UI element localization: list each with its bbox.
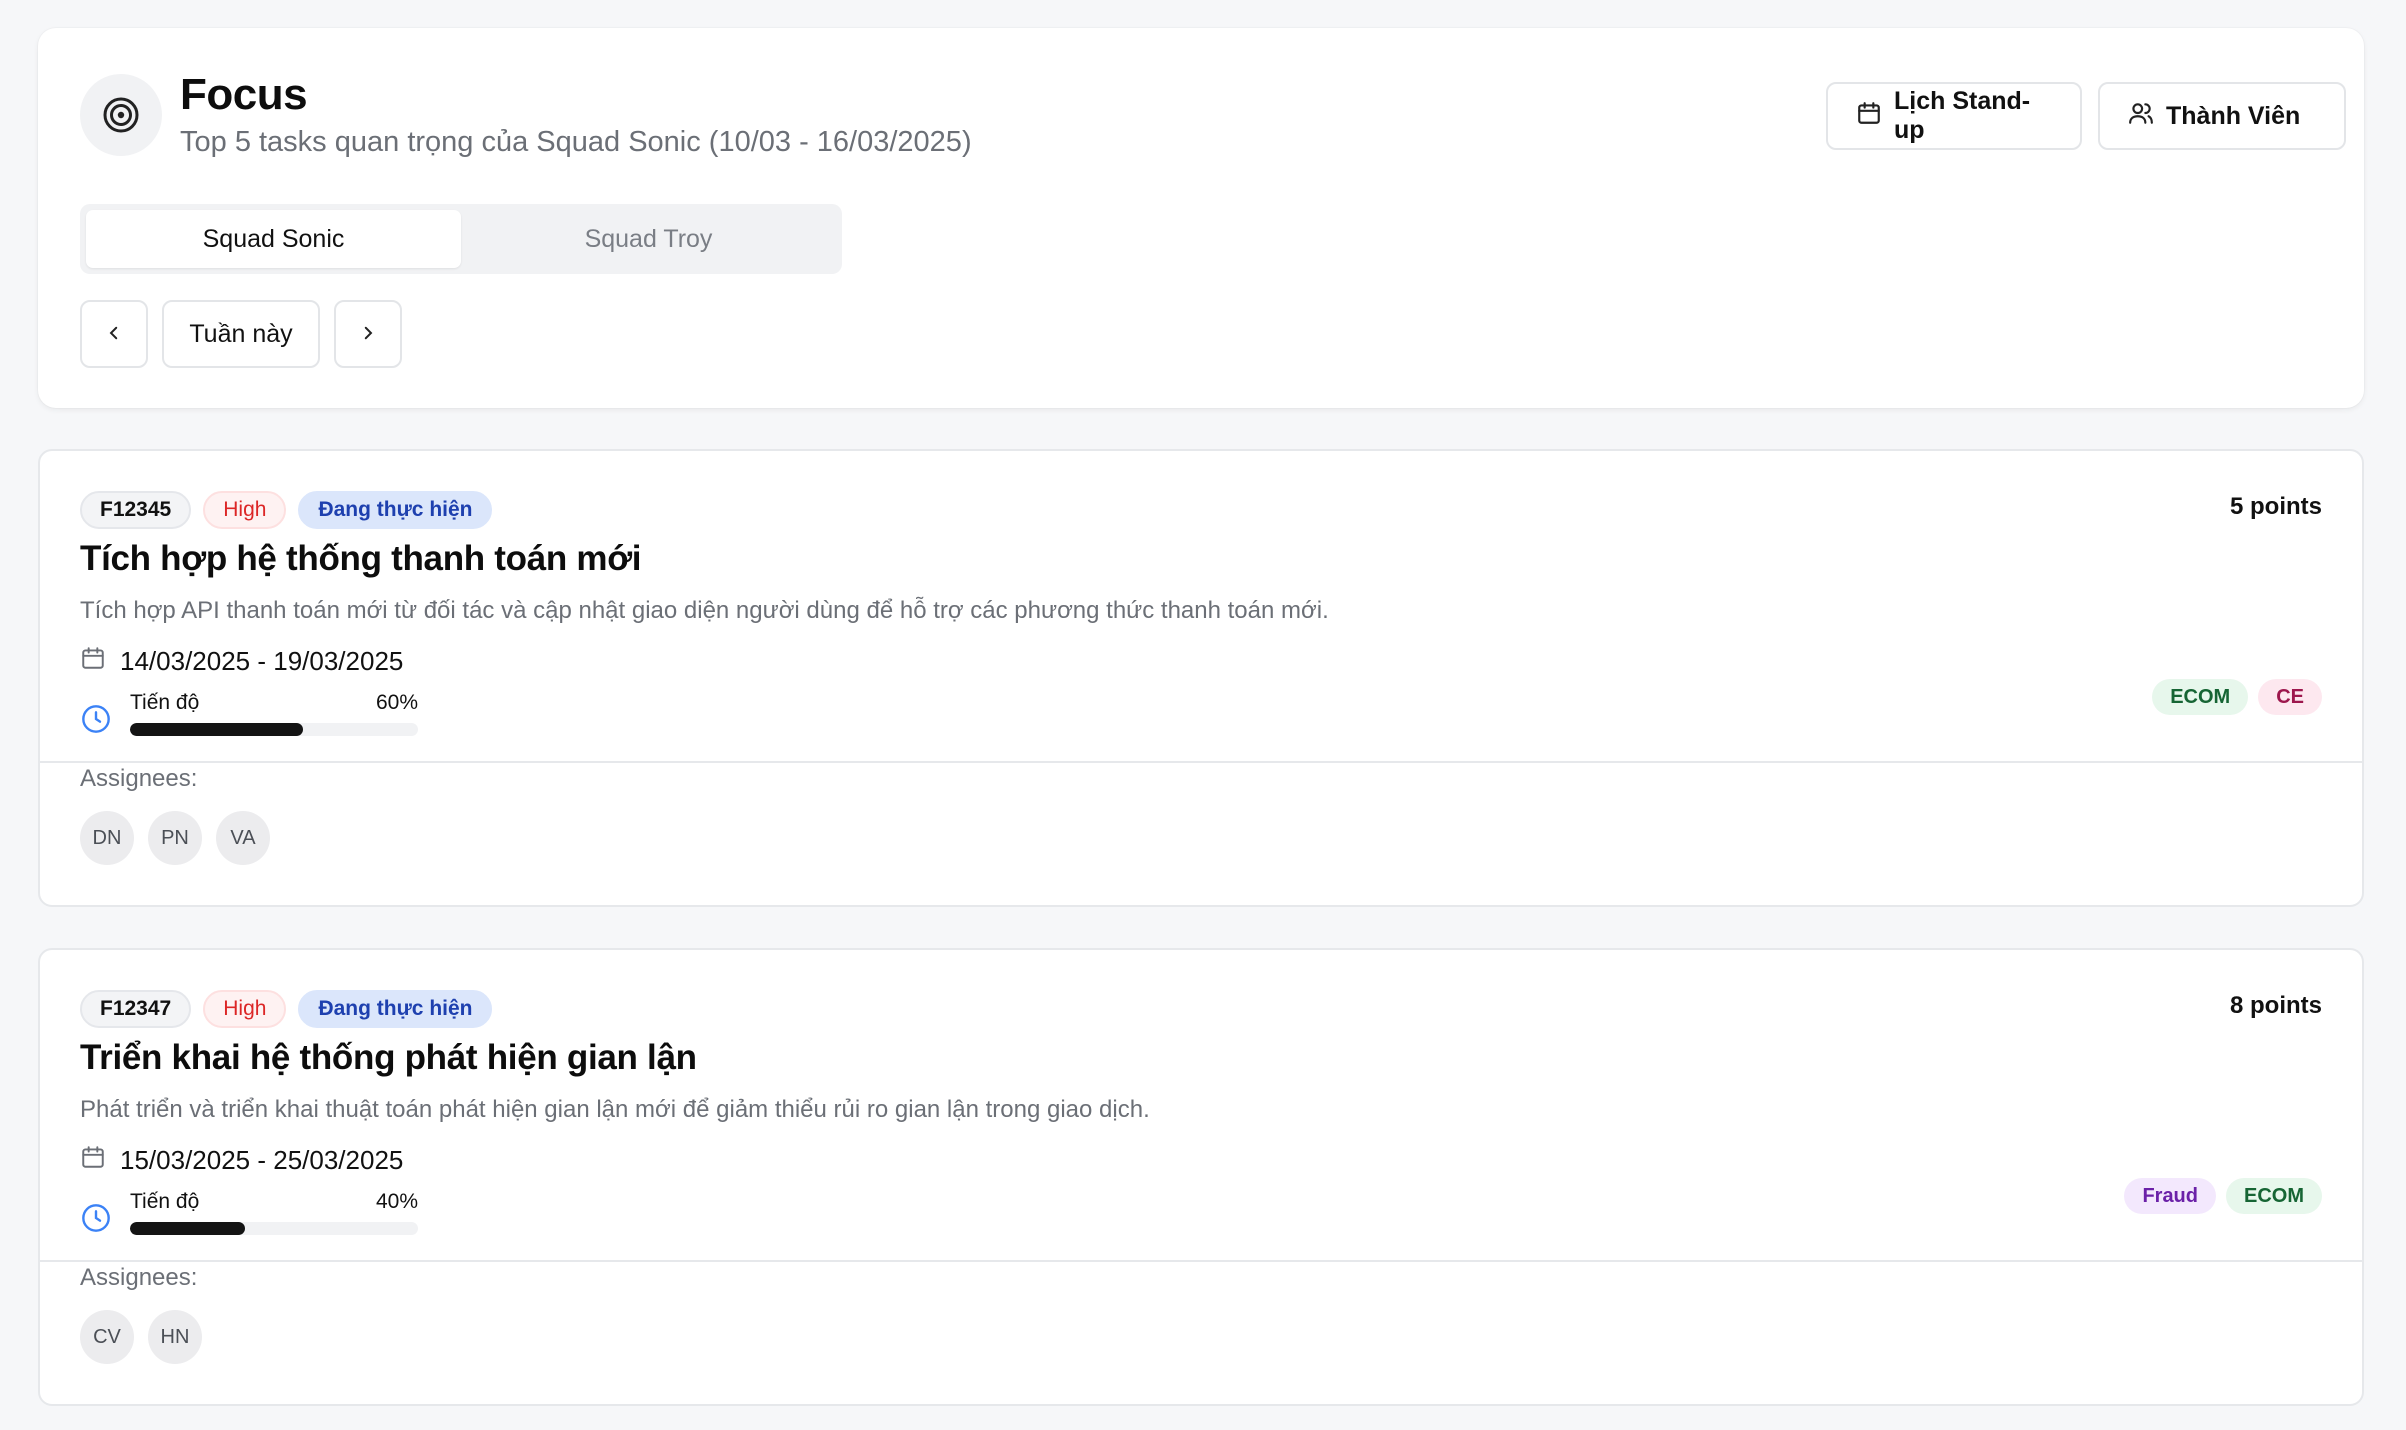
calendar-icon [80, 1144, 106, 1177]
story-points: 8 points [2229, 992, 2322, 1019]
progress-bar-fill [130, 1222, 246, 1235]
focus-page: Focus Top 5 tasks quan trọng của Squad S… [0, 0, 2406, 1430]
progress-section: Tiến độ 60% [80, 691, 418, 740]
users-icon [2128, 100, 2154, 133]
progress-bar [130, 1222, 418, 1235]
chevron-right-icon [359, 320, 377, 349]
task-chips: F12345 High Đang thực hiện [80, 491, 493, 529]
priority-badge: High [203, 990, 287, 1028]
progress-bar-fill [130, 723, 303, 736]
task-chips: F12347 High Đang thực hiện [80, 990, 493, 1028]
header-card: Focus Top 5 tasks quan trọng của Squad S… [38, 28, 2364, 408]
tag-ecom: ECOM [2152, 679, 2249, 715]
target-icon [80, 74, 162, 156]
avatar[interactable]: HN [148, 1310, 202, 1364]
week-navigation: Tuần này [80, 300, 402, 368]
tag-ce: CE [2258, 679, 2322, 715]
calendar-icon [1856, 100, 1882, 133]
progress-section: Tiến độ 40% [80, 1190, 418, 1239]
assignee-avatars: CV HN [80, 1310, 202, 1364]
members-label: Thành Viên [2166, 101, 2301, 130]
progress-bar [130, 723, 418, 736]
progress-label: Tiến độ [130, 1190, 200, 1213]
status-badge: Đang thực hiện [298, 491, 493, 529]
page-title: Focus [180, 70, 308, 119]
standup-schedule-button[interactable]: Lịch Stand-up [1826, 82, 2082, 150]
assignee-avatars: DN PN VA [80, 811, 270, 865]
task-tags: Fraud ECOM [2124, 1178, 2322, 1214]
task-card[interactable]: F12345 High Đang thực hiện 5 points Tích… [38, 449, 2364, 907]
priority-badge: High [203, 491, 287, 529]
avatar[interactable]: CV [80, 1310, 134, 1364]
task-id-badge: F12345 [80, 491, 192, 529]
task-title: Triển khai hệ thống phát hiện gian lận [80, 1038, 697, 1077]
date-range-text: 14/03/2025 - 19/03/2025 [120, 646, 404, 676]
progress-label: Tiến độ [130, 691, 200, 714]
task-card[interactable]: F12347 High Đang thực hiện 8 points Triể… [38, 948, 2364, 1406]
calendar-icon [80, 645, 106, 678]
page-subtitle: Top 5 tasks quan trọng của Squad Sonic (… [180, 126, 972, 158]
task-tags: ECOM CE [2152, 679, 2322, 715]
assignees-label: Assignees: [80, 765, 198, 792]
tag-fraud: Fraud [2124, 1178, 2216, 1214]
card-divider [40, 1260, 2362, 1262]
squad-tabs: Squad Sonic Squad Troy [80, 204, 842, 274]
status-badge: Đang thực hiện [298, 990, 493, 1028]
standup-schedule-label: Lịch Stand-up [1894, 87, 2031, 144]
avatar[interactable]: VA [216, 811, 270, 865]
members-button[interactable]: Thành Viên [2098, 82, 2346, 150]
card-divider [40, 761, 2362, 763]
task-date-range: 15/03/2025 - 25/03/2025 [80, 1144, 403, 1177]
date-range-text: 15/03/2025 - 25/03/2025 [120, 1145, 404, 1175]
story-points: 5 points [2229, 493, 2322, 520]
avatar[interactable]: PN [148, 811, 202, 865]
next-week-button[interactable] [334, 300, 402, 368]
chevron-left-icon [105, 320, 123, 349]
task-description: Tích hợp API thanh toán mới từ đối tác v… [80, 597, 1329, 624]
task-id-badge: F12347 [80, 990, 192, 1028]
progress-percent: 60% [375, 691, 418, 714]
task-date-range: 14/03/2025 - 19/03/2025 [80, 645, 403, 678]
current-week-button[interactable]: Tuần này [162, 300, 320, 368]
previous-week-button[interactable] [80, 300, 148, 368]
clock-icon [80, 1190, 112, 1239]
task-title: Tích hợp hệ thống thanh toán mới [80, 539, 642, 578]
task-description: Phát triển và triển khai thuật toán phát… [80, 1096, 1150, 1123]
tab-squad-sonic[interactable]: Squad Sonic [86, 210, 461, 268]
avatar[interactable]: DN [80, 811, 134, 865]
clock-icon [80, 691, 112, 740]
progress-percent: 40% [375, 1190, 418, 1213]
assignees-label: Assignees: [80, 1264, 198, 1291]
tab-squad-troy[interactable]: Squad Troy [461, 210, 836, 268]
tag-ecom: ECOM [2226, 1178, 2322, 1214]
